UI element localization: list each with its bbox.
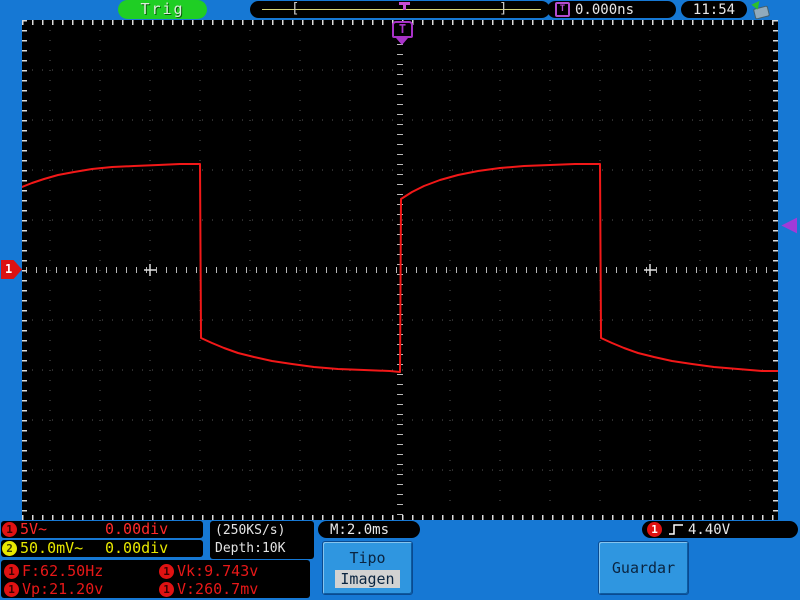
measurement-frequency: 1 F:62.50Hz: [4, 563, 103, 579]
measurement-v: 1 V:260.7mv: [159, 581, 258, 597]
measurements-panel: 1 F:62.50Hz 1 Vk:9.743v 1 Vp:21.20v 1 V:…: [1, 560, 310, 598]
channel1-info: 1 5V~ 0.00div: [1, 521, 203, 538]
acquisition-info: (250KS/s) Depth:10K: [210, 521, 314, 559]
trigger-horizontal-marker[interactable]: T: [392, 21, 413, 45]
window-bracket-right: ]: [499, 1, 508, 17]
channel1-badge: 1: [2, 522, 17, 537]
type-button-value: Imagen: [335, 569, 400, 588]
measurement-value: Vk:9.743v: [177, 562, 259, 580]
measurement-badge: 1: [4, 581, 19, 597]
graticule: [21, 20, 779, 520]
trigger-source-badge: 1: [647, 522, 662, 537]
measurement-value: Vp:21.20v: [22, 580, 104, 598]
waveform-display: [21, 20, 779, 520]
measurement-vp: 1 Vp:21.20v: [4, 581, 103, 597]
timebase-value: M:2.0ms: [330, 521, 390, 538]
channel1-scale: 5V~: [20, 520, 48, 538]
channel2-info: 2 50.0mV~ 0.00div: [1, 540, 203, 557]
rising-edge-icon: [669, 524, 683, 535]
sample-rate: (250KS/s): [215, 523, 286, 538]
save-button-label: Guardar: [611, 559, 676, 577]
trigger-level-marker[interactable]: [781, 217, 797, 234]
measurement-badge: 1: [159, 563, 174, 579]
save-button[interactable]: Guardar: [598, 541, 689, 595]
measurement-value: F:62.50Hz: [22, 562, 104, 580]
measurement-badge: 1: [4, 563, 19, 579]
channel2-scale: 50.0mV~: [20, 539, 84, 557]
measurement-vk: 1 Vk:9.743v: [159, 563, 258, 579]
trigger-position-bar[interactable]: [ ]: [250, 1, 550, 18]
ch1-trace: [21, 163, 779, 373]
type-button-label: Tipo: [349, 548, 386, 567]
channel2-badge: 2: [2, 541, 17, 556]
record-depth: Depth:10K: [215, 541, 286, 556]
type-button[interactable]: Tipo Imagen: [322, 541, 413, 595]
trigger-t-box-tip: [396, 38, 408, 45]
trigger-offset-pill: T 0.000ns: [547, 1, 676, 18]
window-bracket-left: [: [291, 1, 300, 17]
clock-pill: 11:54: [681, 1, 747, 18]
trigger-offset-value: 0.000ns: [575, 1, 635, 18]
usb-storage-icon: [751, 0, 771, 20]
channel1-offset: 0.00div: [105, 520, 169, 538]
channel1-position-marker[interactable]: 1: [1, 260, 22, 279]
trigger-level-pill: 1 4.40V: [642, 521, 798, 538]
timebase-pill: M:2.0ms: [318, 521, 420, 538]
trigger-level-value: 4.40V: [688, 521, 731, 538]
oscilloscope-screen: Trig [ ] T 0.000ns 11:54 T 1 1 5V~ 0.00d…: [0, 0, 800, 600]
clock-value: 11:54: [692, 1, 736, 18]
measurement-value: V:260.7mv: [177, 580, 259, 598]
channel2-offset: 0.00div: [105, 539, 169, 557]
trigger-status-pill: Trig: [118, 0, 207, 19]
trigger-t-box: T: [392, 21, 413, 38]
trigger-position-marker-icon[interactable]: [399, 2, 410, 10]
measurement-badge: 1: [159, 581, 174, 597]
trigger-t-icon: T: [555, 2, 570, 17]
